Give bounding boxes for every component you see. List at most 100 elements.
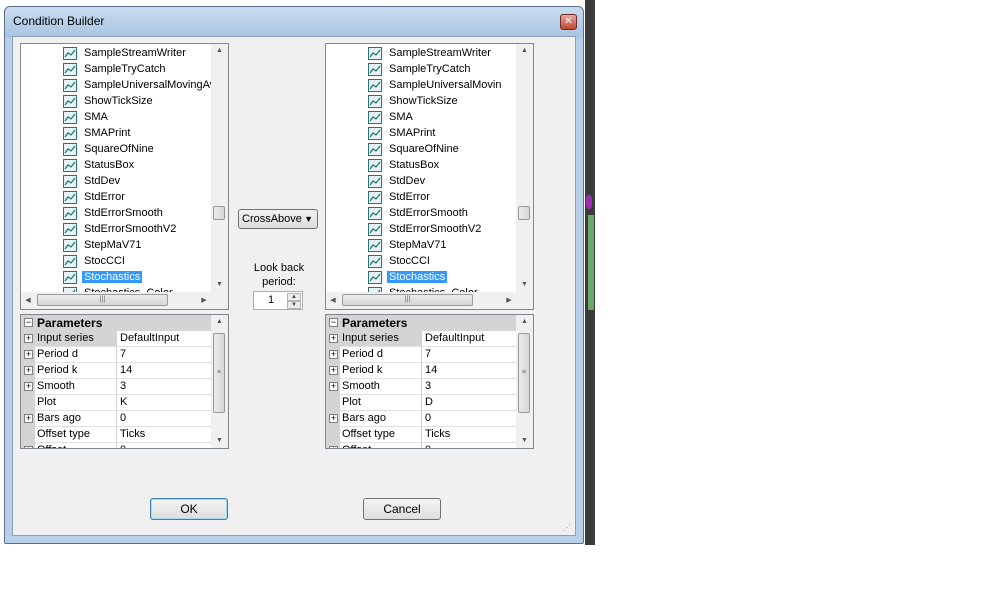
hscroll-thumb[interactable]: |||: [342, 294, 473, 306]
tree-item[interactable]: SampleTryCatch: [63, 61, 168, 77]
parameter-row[interactable]: Plot K: [21, 395, 211, 411]
parameter-row[interactable]: + Offset0: [21, 443, 211, 448]
parameter-row[interactable]: + Period d 7: [326, 347, 516, 363]
tree-item[interactable]: Stochastics: [368, 269, 448, 285]
parameters-category[interactable]: − Parameters: [326, 315, 516, 331]
parameter-value[interactable]: 0: [120, 412, 126, 424]
tree-item[interactable]: Stochastics_Color: [63, 285, 175, 292]
scroll-up-arrow-icon[interactable]: ▲: [516, 44, 533, 58]
parameter-value[interactable]: D: [425, 396, 433, 408]
parameter-value[interactable]: 14: [425, 364, 437, 376]
cancel-button[interactable]: Cancel: [363, 498, 441, 520]
tree-item[interactable]: Stochastics: [63, 269, 143, 285]
tree-item[interactable]: ShowTickSize: [63, 93, 155, 109]
scroll-up-arrow-icon[interactable]: ▲: [211, 315, 228, 329]
expand-icon[interactable]: +: [329, 366, 338, 375]
expand-icon[interactable]: +: [24, 446, 33, 448]
expand-icon[interactable]: +: [24, 366, 33, 375]
scroll-left-arrow-icon[interactable]: ◀: [326, 292, 340, 309]
expand-icon[interactable]: +: [329, 350, 338, 359]
scroll-thumb[interactable]: [518, 206, 530, 220]
tree-item[interactable]: StdError: [368, 189, 432, 205]
parameter-value[interactable]: Ticks: [120, 428, 145, 440]
tree-item[interactable]: StdErrorSmoothV2: [368, 221, 483, 237]
scroll-up-arrow-icon[interactable]: ▲: [516, 315, 533, 329]
scroll-up-arrow-icon[interactable]: ▲: [211, 44, 228, 58]
expand-icon[interactable]: +: [329, 414, 338, 423]
tree-item[interactable]: Stochastics_Color: [368, 285, 480, 292]
parameter-row[interactable]: Offset type Ticks: [326, 427, 516, 443]
resize-grip-icon[interactable]: ⋰: [563, 523, 573, 533]
tree-item[interactable]: StdErrorSmooth: [63, 205, 165, 221]
parameter-row[interactable]: + Period k 14: [326, 363, 516, 379]
parameter-value[interactable]: K: [120, 396, 127, 408]
tree-item[interactable]: SquareOfNine: [63, 141, 156, 157]
expand-icon[interactable]: +: [24, 382, 33, 391]
spin-down-icon[interactable]: ▼: [287, 301, 301, 309]
tree-item[interactable]: StatusBox: [368, 157, 441, 173]
operator-dropdown[interactable]: CrossAbove ▼: [238, 209, 318, 229]
scroll-thumb[interactable]: ≡: [518, 333, 530, 413]
parameters-category[interactable]: − Parameters: [21, 315, 211, 331]
tree-item[interactable]: SampleStreamWriter: [368, 45, 493, 61]
scroll-left-arrow-icon[interactable]: ◀: [21, 292, 35, 309]
tree-item[interactable]: StocCCI: [63, 253, 127, 269]
expand-icon[interactable]: +: [24, 334, 33, 343]
right-parameters-grid[interactable]: − Parameters + Input series DefaultInput + P…: [325, 314, 534, 449]
tree-item[interactable]: SMAPrint: [63, 125, 132, 141]
tree-item[interactable]: SMA: [63, 109, 110, 125]
tree-item[interactable]: StdErrorSmooth: [368, 205, 470, 221]
tree-item[interactable]: ShowTickSize: [368, 93, 460, 109]
parameter-row[interactable]: + Input series DefaultInput: [21, 331, 211, 347]
parameter-value[interactable]: 0: [425, 412, 431, 424]
collapse-icon[interactable]: −: [24, 318, 33, 327]
scroll-right-arrow-icon[interactable]: ▶: [197, 292, 211, 309]
tree-item[interactable]: StdErrorSmoothV2: [63, 221, 178, 237]
parameter-value[interactable]: DefaultInput: [425, 332, 484, 344]
parameter-row[interactable]: + Bars ago 0: [21, 411, 211, 427]
tree-item[interactable]: SquareOfNine: [368, 141, 461, 157]
parameter-value[interactable]: 3: [425, 380, 431, 392]
parameter-value[interactable]: 14: [120, 364, 132, 376]
scroll-thumb[interactable]: ≡: [213, 333, 225, 413]
close-button[interactable]: ✕: [560, 14, 577, 30]
spin-up-icon[interactable]: ▲: [287, 293, 301, 301]
parameter-row[interactable]: + Period d 7: [21, 347, 211, 363]
parameter-value[interactable]: 0: [120, 444, 126, 448]
parameter-row[interactable]: + Period k 14: [21, 363, 211, 379]
parameter-row[interactable]: + Smooth 3: [326, 379, 516, 395]
vertical-scrollbar[interactable]: ▲ ▼: [211, 44, 228, 292]
parameter-row[interactable]: Plot D: [326, 395, 516, 411]
grid-vertical-scrollbar[interactable]: ▲ ≡ ▼: [516, 315, 533, 448]
left-indicator-tree[interactable]: SampleStreamWriter SampleTryCatch SampleUn…: [20, 43, 229, 310]
expand-icon[interactable]: +: [329, 334, 338, 343]
tree-item[interactable]: StocCCI: [368, 253, 432, 269]
vertical-scrollbar[interactable]: ▲ ▼: [516, 44, 533, 292]
parameter-value[interactable]: 7: [120, 348, 126, 360]
tree-item[interactable]: StepMaV71: [63, 237, 143, 253]
scroll-down-arrow-icon[interactable]: ▼: [516, 434, 533, 448]
left-parameters-grid[interactable]: − Parameters + Input series DefaultInput + P…: [20, 314, 229, 449]
horizontal-scrollbar[interactable]: ◀ ||| ▶: [326, 292, 516, 309]
tree-item[interactable]: SMA: [368, 109, 415, 125]
scroll-thumb[interactable]: [213, 206, 225, 220]
parameter-value[interactable]: Ticks: [425, 428, 450, 440]
right-indicator-tree[interactable]: SampleStreamWriter SampleTryCatch SampleUn…: [325, 43, 534, 310]
scroll-right-arrow-icon[interactable]: ▶: [502, 292, 516, 309]
hscroll-thumb[interactable]: |||: [37, 294, 168, 306]
ok-button[interactable]: OK: [150, 498, 228, 520]
tree-item[interactable]: SampleTryCatch: [368, 61, 473, 77]
parameter-row[interactable]: + Bars ago 0: [326, 411, 516, 427]
expand-icon[interactable]: +: [329, 446, 338, 448]
title-bar[interactable]: Condition Builder ✕: [5, 7, 583, 35]
parameter-value[interactable]: DefaultInput: [120, 332, 179, 344]
scroll-down-arrow-icon[interactable]: ▼: [516, 278, 533, 292]
tree-item[interactable]: SampleUniversalMovin: [368, 77, 504, 93]
parameter-value[interactable]: 7: [425, 348, 431, 360]
parameter-row[interactable]: + Offset0: [326, 443, 516, 448]
tree-item[interactable]: SampleStreamWriter: [63, 45, 188, 61]
expand-icon[interactable]: +: [24, 414, 33, 423]
horizontal-scrollbar[interactable]: ◀ ||| ▶: [21, 292, 211, 309]
expand-icon[interactable]: +: [24, 350, 33, 359]
parameter-row[interactable]: Offset type Ticks: [21, 427, 211, 443]
